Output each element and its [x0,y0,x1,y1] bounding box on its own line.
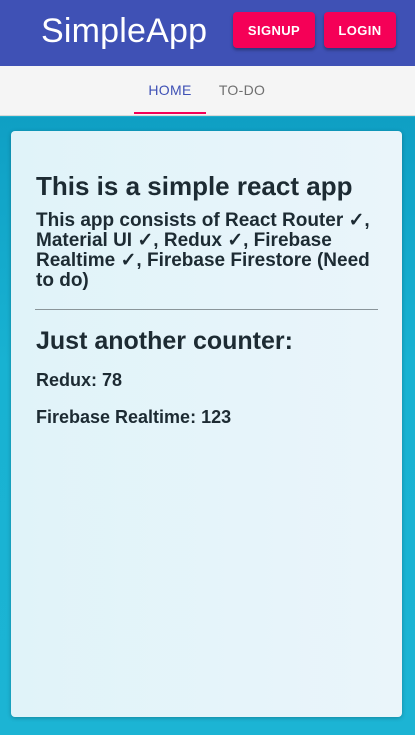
divider [35,309,378,310]
content-card: This is a simple react app This app cons… [11,131,402,717]
page-heading: This is a simple react app [36,171,353,201]
app-description: This app consists of React Router ✓, Mat… [36,210,370,291]
firebase-realtime-counter: Firebase Realtime: 123 [36,407,232,427]
login-button[interactable]: LOGIN [324,12,396,48]
counter-heading: Just another counter: [36,327,293,355]
tab-todo[interactable]: TO-DO [206,66,278,114]
app-title[interactable]: SimpleApp [41,9,207,53]
app-bar: SimpleApp SIGNUP LOGIN [0,0,415,66]
signup-button[interactable]: SIGNUP [233,12,315,48]
tab-home[interactable]: HOME [134,66,206,114]
active-tab-indicator [134,112,206,114]
tab-bar: HOME TO-DO [0,66,415,116]
redux-counter: Redux: 78 [36,370,123,390]
